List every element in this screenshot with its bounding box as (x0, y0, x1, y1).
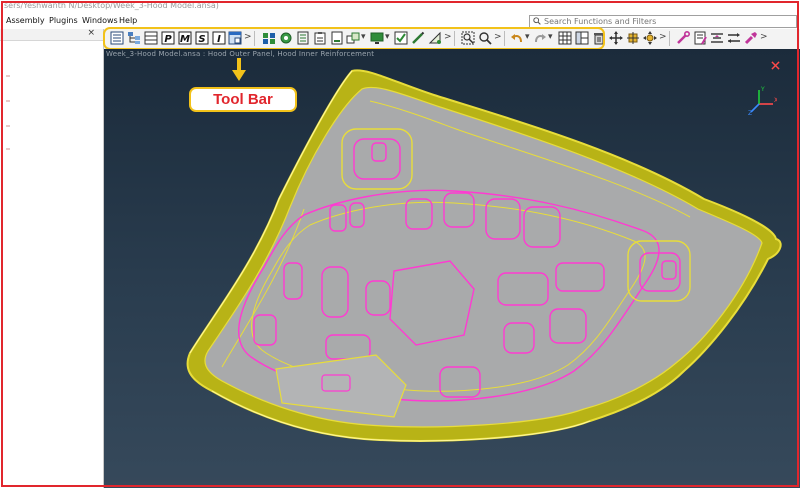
search-icon (533, 17, 541, 25)
left-panel-header: × (0, 28, 103, 41)
graphics-viewport[interactable]: Week_3-Hood Model.ansa : Hood Outer Pane… (104, 49, 800, 488)
menu-assembly[interactable]: Assembly (6, 16, 45, 25)
pan-icon[interactable] (643, 31, 657, 45)
triad-y-label: Y (760, 86, 765, 93)
toolbar-more-arrow[interactable]: > (659, 32, 667, 42)
left-panel: × (0, 28, 104, 488)
triad-x-label: X (774, 97, 777, 104)
orbit-icon[interactable] (626, 31, 640, 45)
annotation-arrow-icon (232, 58, 246, 81)
axis-triad: X Y Z (748, 86, 777, 116)
rotate-icon[interactable] (609, 31, 623, 45)
panel-marker (6, 125, 10, 127)
toolbar-highlight-box (103, 27, 605, 50)
notes-icon[interactable] (693, 31, 707, 45)
annotation-label-text: Tool Bar (213, 91, 273, 108)
triad-z-label: Z (748, 110, 752, 116)
menu-help[interactable]: Help (119, 16, 137, 25)
panel-marker (6, 100, 10, 102)
align-icon[interactable] (710, 31, 724, 45)
hood-model[interactable] (104, 49, 800, 488)
toolbar-more-arrow[interactable]: > (760, 32, 768, 42)
window-title-bar: sers/Yeshwanth N/Desktop/Week_3-Hood Mod… (0, 0, 800, 14)
wrench-icon[interactable] (676, 31, 690, 45)
menu-plugins[interactable]: Plugins (49, 16, 78, 25)
search-input[interactable] (544, 16, 794, 27)
close-view-icon[interactable] (771, 61, 780, 70)
paint-icon[interactable] (744, 31, 758, 45)
window-title: sers/Yeshwanth N/Desktop/Week_3-Hood Mod… (4, 1, 219, 10)
switch-icon[interactable] (727, 31, 741, 45)
menu-windows[interactable]: Windows (82, 16, 118, 25)
toolbar-separator (669, 31, 670, 46)
close-icon[interactable]: × (87, 28, 95, 38)
panel-marker (6, 75, 10, 77)
panel-marker (6, 148, 10, 150)
annotation-label: Tool Bar (189, 87, 297, 112)
